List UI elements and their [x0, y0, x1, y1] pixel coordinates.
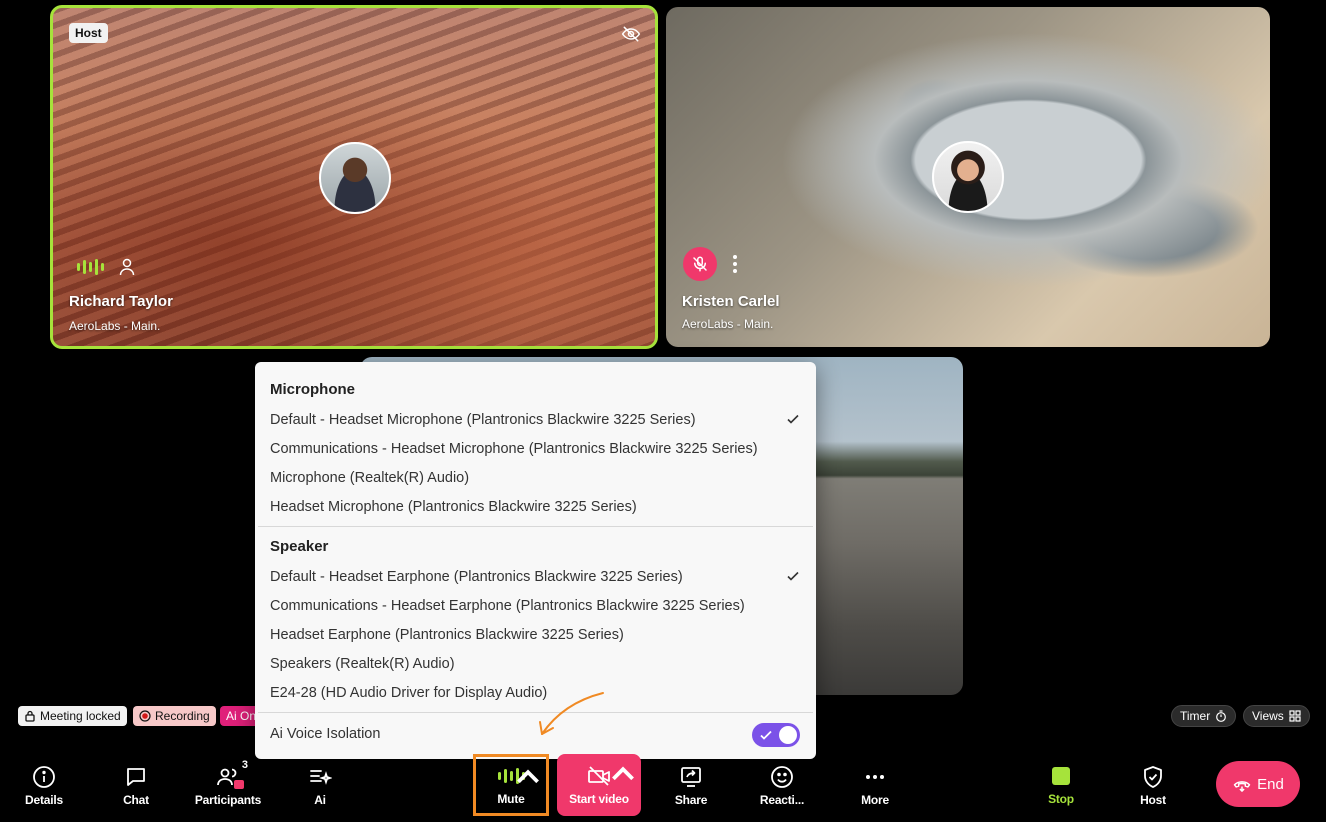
ai-sparkle-icon: [310, 770, 332, 785]
chat-button[interactable]: Chat: [110, 757, 162, 815]
ai-status-badge[interactable]: Ai On: [220, 706, 256, 726]
participant-org: AeroLabs - Main.: [69, 319, 161, 333]
check-icon: [787, 414, 799, 424]
grid-icon: [1289, 710, 1301, 722]
annotation-arrow-icon: [539, 692, 604, 735]
smiley-icon: [771, 766, 793, 788]
meeting-stage: Host Richard Taylor AeroLabs - Main. Kri…: [0, 0, 1326, 822]
recording-badge[interactable]: Recording: [133, 706, 216, 726]
video-off-icon: [588, 766, 610, 786]
check-icon: [787, 571, 799, 581]
chevron-up-icon[interactable]: [516, 765, 540, 789]
phone-hangup-icon: [1233, 781, 1251, 792]
stopwatch-icon: [1216, 710, 1227, 722]
chevron-up-icon[interactable]: [611, 762, 635, 786]
eye-off-icon[interactable]: [621, 24, 641, 44]
more-button[interactable]: More: [850, 757, 900, 815]
participants-count: 3: [241, 759, 248, 771]
participant-name: Kristen Carlel: [682, 293, 780, 310]
end-call-button[interactable]: End: [1216, 761, 1300, 807]
ai-button[interactable]: Ai: [296, 757, 344, 815]
details-button[interactable]: Details: [18, 757, 70, 815]
start-video-button[interactable]: Start video: [557, 754, 641, 816]
record-icon: [139, 710, 151, 722]
host-badge: Host: [69, 23, 108, 43]
audio-level-icon: [77, 259, 104, 275]
menu-divider: [258, 526, 813, 527]
lock-icon: [25, 710, 35, 722]
shield-check-icon: [1144, 766, 1162, 788]
avatar: [319, 142, 391, 214]
share-screen-icon: [681, 767, 701, 787]
speaker-option[interactable]: Default - Headset Earphone (Plantronics …: [270, 566, 801, 588]
video-tile-richard-taylor[interactable]: Host Richard Taylor AeroLabs - Main.: [50, 5, 658, 349]
more-horizontal-icon: [866, 775, 884, 779]
info-icon: [33, 766, 55, 788]
check-icon: [760, 730, 772, 740]
speaker-heading: Speaker: [270, 538, 329, 555]
views-label: Views: [1252, 709, 1284, 723]
lock-icon: [234, 780, 244, 789]
participant-org: AeroLabs - Main.: [682, 317, 774, 331]
participant-name: Richard Taylor: [69, 293, 173, 310]
reactions-button[interactable]: Reacti...: [754, 757, 810, 815]
voice-isolation-label: Ai Voice Isolation: [270, 726, 381, 742]
voice-isolation-toggle[interactable]: [752, 723, 800, 747]
meeting-locked-badge: Meeting locked: [18, 706, 127, 726]
recording-label: Recording: [155, 709, 210, 723]
toggle-knob: [779, 726, 797, 744]
stop-recording-button[interactable]: Stop: [1038, 757, 1084, 815]
speaker-option[interactable]: Speakers (Realtek(R) Audio): [270, 653, 801, 675]
speaker-option[interactable]: Headset Earphone (Plantronics Blackwire …: [270, 624, 801, 646]
microphone-option[interactable]: Headset Microphone (Plantronics Blackwir…: [270, 496, 801, 518]
meeting-locked-label: Meeting locked: [40, 709, 121, 723]
avatar: [932, 141, 1004, 213]
host-controls-button[interactable]: Host: [1130, 757, 1176, 815]
more-vertical-icon[interactable]: [732, 255, 738, 273]
participants-button[interactable]: 3 Participants: [193, 757, 263, 815]
timer-label: Timer: [1180, 709, 1211, 723]
timer-button[interactable]: Timer: [1171, 705, 1237, 727]
share-button[interactable]: Share: [664, 757, 718, 815]
video-tile-kristen-carlel[interactable]: Kristen Carlel AeroLabs - Main.: [666, 7, 1270, 347]
speaker-option[interactable]: Communications - Headset Earphone (Plant…: [270, 595, 801, 617]
microphone-heading: Microphone: [270, 381, 355, 398]
stop-icon: [1052, 766, 1070, 785]
mute-button[interactable]: Mute: [473, 754, 549, 816]
views-button[interactable]: Views: [1243, 705, 1310, 727]
chat-icon: [127, 768, 145, 786]
ai-status-label: Ai On: [226, 709, 256, 723]
microphone-option[interactable]: Default - Headset Microphone (Plantronic…: [270, 409, 801, 431]
person-icon: [119, 258, 135, 276]
microphone-option[interactable]: Communications - Headset Microphone (Pla…: [270, 438, 801, 460]
mic-muted-icon: [683, 247, 717, 281]
microphone-option[interactable]: Microphone (Realtek(R) Audio): [270, 467, 801, 489]
